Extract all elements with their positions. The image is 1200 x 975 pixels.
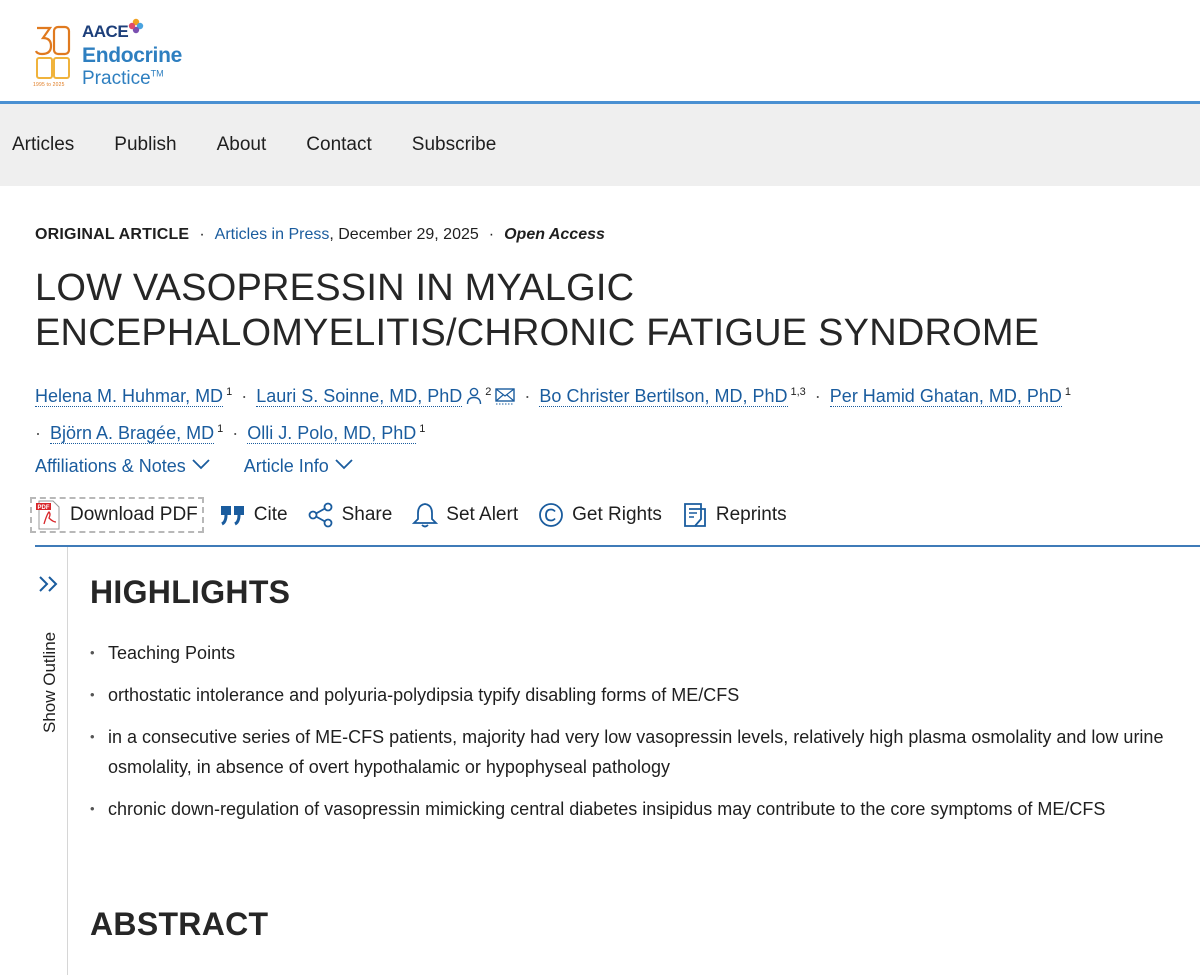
bell-icon [412,503,439,528]
cite-button[interactable]: Cite [220,496,288,534]
article-info-label: Article Info [243,456,329,476]
meta-separator: · [199,226,205,243]
affiliations-toggle[interactable]: Affiliations & Notes [35,456,210,477]
author-affiliation-sup: 1 [1064,386,1072,398]
nav-publish[interactable]: Publish [114,134,176,156]
chevron-down-icon [192,459,210,470]
cite-label: Cite [253,504,288,525]
author-affiliation-sup: 1 [419,423,426,435]
toolbar-divider [35,545,1200,547]
author-link[interactable]: Lauri S. Soinne, MD, PhD [256,386,463,407]
author-link[interactable]: Olli J. Polo, MD, PhD [247,423,417,444]
double-chevron-right-icon [39,576,58,592]
author-link[interactable]: Björn A. Bragée, MD [50,423,215,444]
list-item: chronic down-regulation of vasopressin m… [90,794,1180,824]
copyright-icon [539,503,564,527]
publication-date: , December 29, 2025 [329,226,479,243]
author-separator: · [232,423,239,443]
journal-logo[interactable]: AACE Endocrine PracticeTM 1995 to 2025 [30,14,200,96]
nav-about[interactable]: About [217,134,267,156]
author-affiliation-sup: 2 [485,386,492,398]
article-title-line1: LOW VASOPRESSIN IN MYALGIC [35,267,635,309]
nav-articles[interactable]: Articles [12,134,74,156]
highlights-heading: HIGHLIGHTS [90,574,291,610]
affiliations-label: Affiliations & Notes [35,456,186,476]
share-button[interactable]: Share [308,496,393,534]
article-expanders: Affiliations & Notes Article Info [35,456,353,477]
author-link[interactable]: Per Hamid Ghatan, MD, PhD [829,386,1062,407]
download-pdf-label: Download PDF [70,504,198,525]
author-separator: · [814,386,821,406]
article-type: ORIGINAL ARTICLE [35,226,190,243]
article-toolbar: PDF Download PDF Cite Share Set Alert Ge… [30,496,807,534]
author-list: Helena M. Huhmar, MD 1 · Lauri S. Soinne, M… [35,376,1195,450]
author-affiliation-sup: 1 [217,423,224,435]
article-meta: ORIGINAL ARTICLE · Articles in Press, Dece… [35,226,605,244]
show-outline-label: Show Outline [40,631,59,733]
articles-in-press-link[interactable]: Articles in Press [215,226,330,243]
aace-flower-icon [128,18,144,34]
get-rights-label: Get Rights [572,504,662,525]
author-affiliation-sup: 1,3 [790,386,806,398]
list-item: in a consecutive series of ME-CFS patien… [90,722,1180,782]
share-label: Share [341,504,393,525]
author-link[interactable]: Bo Christer Bertilson, MD, PhD [539,386,788,407]
abstract-heading: ABSTRACT [90,906,269,942]
nav-contact[interactable]: Contact [306,134,371,156]
email-icon[interactable] [495,387,516,405]
aace-wordmark: AACE [82,22,129,41]
get-rights-button[interactable]: Get Rights [538,496,662,534]
author-affiliation-sup: 1 [226,386,233,398]
reprints-button[interactable]: Reprints [682,496,787,534]
author-separator: · [35,423,41,443]
nav-subscribe[interactable]: Subscribe [412,134,497,156]
anniversary-years: 1995 to 2025 [33,82,65,88]
svg-text:PDF: PDF [38,505,50,511]
set-alert-button[interactable]: Set Alert [412,496,518,534]
share-icon [308,502,332,528]
corresponding-author-person-icon [467,387,482,405]
author-separator: · [241,386,248,406]
article-title-line2: ENCEPHALOMYELITIS/CHRONIC FATIGUE SYNDRO… [35,312,1040,354]
site-header: AACE Endocrine PracticeTM 1995 to 2025 [0,0,1200,104]
brand-name-line1: Endocrine [82,44,182,67]
article-info-toggle[interactable]: Article Info [244,456,353,477]
list-item: Teaching Points [90,638,1180,668]
main-nav: Articles Publish About Contact Subscribe [0,104,1200,186]
reprints-icon [683,503,706,527]
article-title: LOW VASOPRESSIN IN MYALGIC ENCEPHALOMYEL… [35,266,1155,356]
chevron-down-icon [335,459,353,470]
meta-separator: · [488,226,495,243]
show-outline-toggle[interactable] [35,547,68,975]
set-alert-label: Set Alert [446,504,519,525]
anniversary-30-logo-icon [34,25,71,79]
author-separator: · [524,386,531,406]
author-link[interactable]: Helena M. Huhmar, MD [35,386,224,407]
quote-icon [220,506,244,526]
list-item: orthostatic intolerance and polyuria-pol… [90,680,1180,710]
reprints-label: Reprints [715,504,787,525]
highlights-list: Teaching Points orthostatic intolerance … [90,638,1180,836]
download-pdf-button[interactable]: PDF Download PDF [30,497,204,533]
pdf-file-icon: PDF [36,500,60,530]
brand-name-line2: PracticeTM [82,68,164,89]
open-access-badge: Open Access [504,226,605,243]
